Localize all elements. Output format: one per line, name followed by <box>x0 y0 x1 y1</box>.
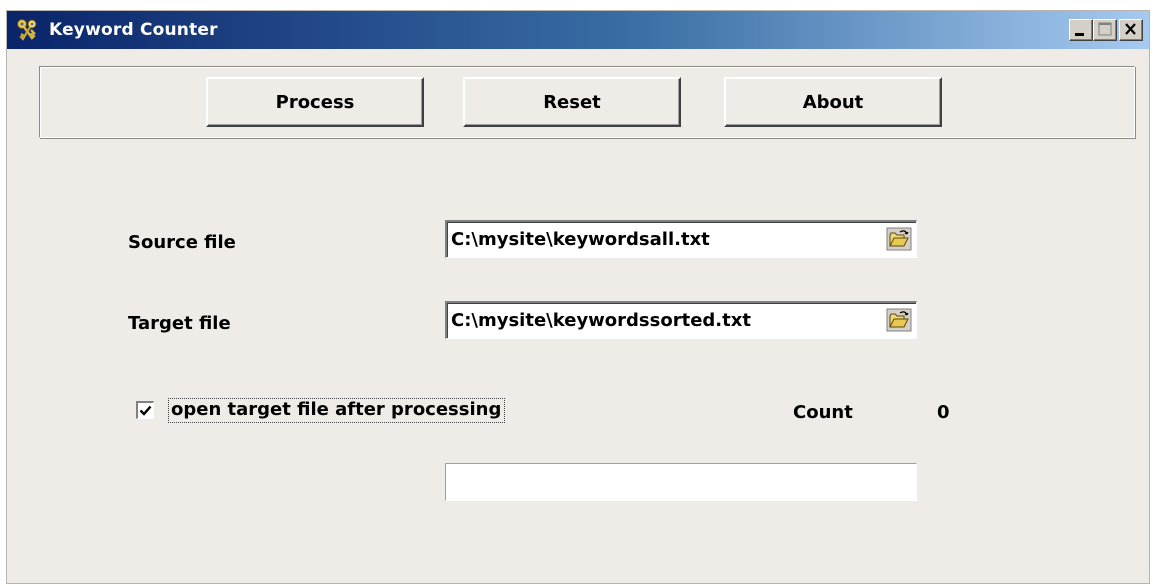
checkmark-icon <box>139 405 152 416</box>
title-bar[interactable]: Keyword Counter <box>7 11 1149 49</box>
source-file-field[interactable]: C:\mysite\keywordsall.txt <box>445 220 917 258</box>
target-file-label: Target file <box>128 313 231 334</box>
close-button[interactable] <box>1119 19 1143 41</box>
reset-button[interactable]: Reset <box>463 77 681 127</box>
app-keys-icon <box>15 18 41 42</box>
maximize-button[interactable] <box>1093 19 1117 41</box>
target-file-field[interactable]: C:\mysite\keywordssorted.txt <box>445 301 917 339</box>
keyword-counter-window: Keyword Counter Process Reset About Sour… <box>6 10 1150 584</box>
about-button[interactable]: About <box>724 77 942 127</box>
source-browse-button[interactable] <box>886 227 912 251</box>
maximize-icon <box>1098 22 1112 36</box>
minimize-button[interactable] <box>1069 19 1093 41</box>
target-file-value[interactable]: C:\mysite\keywordssorted.txt <box>451 310 751 331</box>
close-icon <box>1125 23 1136 35</box>
process-button[interactable]: Process <box>206 77 424 127</box>
source-file-label: Source file <box>128 232 236 253</box>
progress-bar <box>445 463 917 501</box>
source-file-value[interactable]: C:\mysite\keywordsall.txt <box>451 229 710 250</box>
minimize-icon <box>1075 33 1084 36</box>
folder-open-icon <box>886 227 912 251</box>
count-value: 0 <box>937 402 950 423</box>
open-after-checkbox[interactable] <box>136 401 154 419</box>
target-browse-button[interactable] <box>886 308 912 332</box>
open-after-label[interactable]: open target file after processing <box>168 398 506 423</box>
window-title: Keyword Counter <box>49 20 218 40</box>
count-label: Count <box>793 402 853 423</box>
button-toolbar: Process Reset About <box>39 66 1135 138</box>
folder-open-icon <box>886 308 912 332</box>
